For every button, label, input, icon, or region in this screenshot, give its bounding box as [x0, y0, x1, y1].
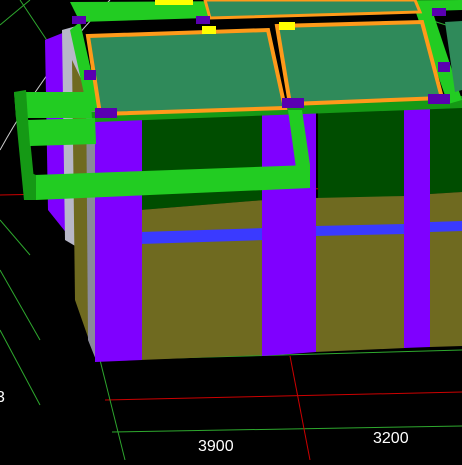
dimension-3200: 3200 — [373, 430, 409, 447]
3d-model-viewport[interactable]: 3900 3200 3 — [0, 0, 462, 461]
dimension-labels: 3900 3200 3 — [0, 389, 409, 455]
model-canvas[interactable]: 3900 3200 3 — [0, 0, 462, 461]
dimension-edge: 3 — [0, 389, 5, 406]
dimension-3900: 3900 — [198, 438, 234, 455]
